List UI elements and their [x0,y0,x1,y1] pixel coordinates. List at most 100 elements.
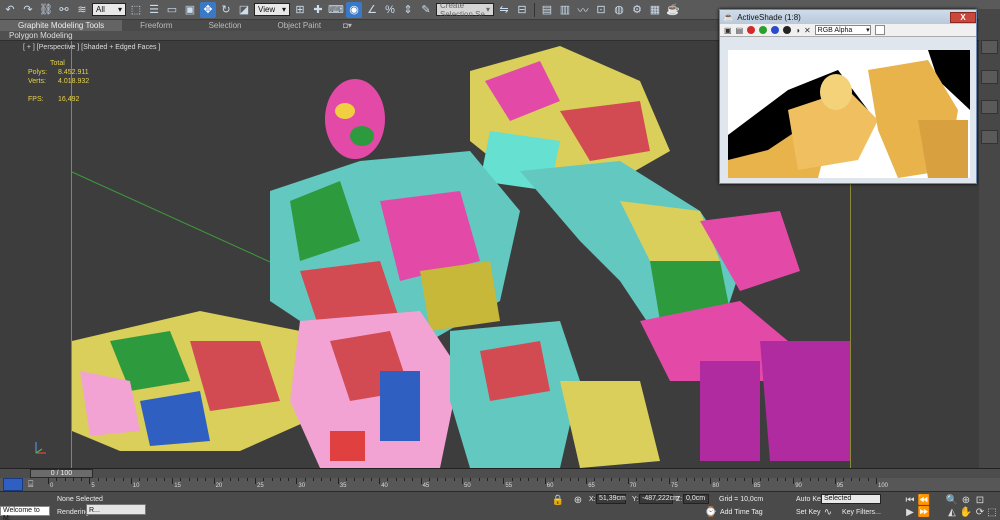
tab-object-paint[interactable]: Object Paint [260,20,340,31]
trackbar-tick [230,478,232,481]
trackbar-tick-label: 45 [422,483,430,489]
absolute-mode-icon[interactable]: ⊕ [572,494,584,506]
select-object-icon[interactable]: ⬚ [128,2,144,18]
red-channel-toggle[interactable] [747,26,756,34]
play-icon[interactable]: ▶ [904,506,916,518]
zoom-all-icon[interactable]: ⊕ [960,494,972,506]
trackbar-tick-label: 25 [257,483,264,489]
save-image-icon[interactable]: ▣ [724,26,732,35]
named-selection-dropdown[interactable]: Create Selection Se ▾ [436,1,494,19]
orbit-icon[interactable]: ⟳ [974,506,986,518]
maximize-viewport-icon[interactable]: ⬚ [986,506,998,518]
mirror-icon[interactable]: ⇋ [496,2,512,18]
snaps-toggle-icon[interactable]: ◉ [346,1,362,18]
green-channel-toggle[interactable] [759,26,768,34]
monochrome-icon[interactable]: ◑ [795,26,800,35]
alpha-channel-toggle[interactable] [783,26,792,34]
next-frame-icon[interactable]: ⏩ [918,506,930,518]
trackbar-tick-label: 10 [132,483,140,489]
curve-editor-icon[interactable]: 〰 [575,2,591,18]
mini-curve-editor-icon[interactable] [3,478,23,491]
command-panel-tab[interactable] [981,70,998,84]
select-move-icon[interactable]: ✥ [200,1,216,18]
trackbar-tick [362,478,364,481]
time-tag-icon[interactable]: ⌚ [705,506,717,518]
time-slider-track[interactable]: 0 / 100 [0,468,1000,478]
window-crossing-icon[interactable]: ▣ [182,2,198,18]
trackbar-tick [619,478,621,481]
pivot-center-icon[interactable]: ⊞ [292,2,308,18]
select-manipulate-icon[interactable]: ✚ [310,2,326,18]
trackbar-tick [776,478,778,481]
command-panel-tab[interactable] [981,130,998,144]
angle-snap-icon[interactable]: ∠ [364,2,380,18]
graphite-toggle-icon[interactable]: ▥ [557,2,573,18]
command-panel-tab[interactable] [981,40,998,54]
render-production-icon[interactable]: ☕ [665,2,681,18]
set-key-button[interactable]: Set Key [796,507,821,518]
percent-snap-icon[interactable]: % [382,2,398,18]
tab-graphite-modeling-tools[interactable]: Graphite Modeling Tools [0,20,123,31]
select-by-name-icon[interactable]: ☰ [146,2,162,18]
trackbar[interactable]: ⌸ 0 5 10 15 20 25 30 35 40 45 50 55 60 65 70 75 80 85 90 95… [0,478,1000,492]
edit-named-selection-icon[interactable]: ✎ [418,2,434,18]
redo-icon[interactable]: ↷ [20,2,36,18]
trackbar-tick-label: 20 [215,483,223,489]
zoom-extents-icon[interactable]: ⊡ [974,494,986,506]
trackbar-tick [404,478,406,481]
key-filters-button[interactable]: Key Filters... [842,507,881,518]
schematic-view-icon[interactable]: ⊡ [593,2,609,18]
bind-spacewarp-icon[interactable]: ≋ [74,2,90,18]
layer-manager-icon[interactable]: ▤ [539,2,555,18]
channel-display-icon[interactable]: ▤ [736,26,744,35]
pan-icon[interactable]: ✋ [960,506,972,518]
ribbon-panel-polygon-modeling[interactable]: Polygon Modeling [9,31,73,41]
previous-frame-icon[interactable]: ⏪ [918,494,930,506]
select-scale-icon[interactable]: ◪ [236,2,252,18]
reference-coordinate-dropdown[interactable]: View ▾ [254,3,290,16]
activeshade-titlebar[interactable]: ☕ ActiveShade (1:8) X [720,10,976,24]
activeshade-window[interactable]: ☕ ActiveShade (1:8) X ▣ ▤ ◑ ✕ RGB Alpha ▾ [719,9,977,184]
taskbar-render-window[interactable]: R... [86,504,146,515]
align-icon[interactable]: ⊟ [514,2,530,18]
color-swatch[interactable] [874,25,885,35]
field-of-view-icon[interactable]: ◭ [946,506,958,518]
selection-region-icon[interactable]: ▭ [164,2,180,18]
unlink-icon[interactable]: ⚯ [56,2,72,18]
tab-selection[interactable]: Selection [191,20,260,31]
time-slider[interactable]: 0 / 100 [30,469,93,478]
clear-icon[interactable]: ✕ [804,26,811,35]
add-time-tag[interactable]: Add Time Tag [720,507,763,518]
ribbon-options-icon[interactable]: ◘▾ [339,20,356,31]
stats-polys-value: 8.452.911 [58,69,89,76]
spinner-snap-icon[interactable]: ⇕ [400,2,416,18]
key-mode-dropdown[interactable]: Selected [821,494,881,504]
link-icon[interactable]: ⛓ [38,2,54,18]
filter-icon[interactable]: ⌸ [28,479,33,490]
maxscript-listener[interactable]: Welcome to M: [0,506,50,520]
lock-selection-icon[interactable]: 🔒 [552,494,564,506]
blue-channel-toggle[interactable] [771,26,780,34]
channel-dropdown[interactable]: RGB Alpha ▾ [814,25,871,35]
trackbar-tick [693,478,695,481]
zoom-icon[interactable]: 🔍 [946,494,958,506]
close-button[interactable]: X [950,11,976,23]
undo-icon[interactable]: ↶ [2,2,18,18]
trackbar-tick [660,478,662,481]
selection-filter-dropdown[interactable]: All ▾ [92,3,126,16]
command-panel-tab[interactable] [981,100,998,114]
rendered-frame-window-icon[interactable]: ▦ [647,2,663,18]
go-to-start-icon[interactable]: ⏮ [904,494,916,506]
x-coordinate-field[interactable]: 51,39cm [596,494,626,504]
viewport-label[interactable]: [ + ] [Perspective ] [Shaded + Edged Fac… [23,44,160,51]
select-rotate-icon[interactable]: ↻ [218,2,234,18]
material-editor-icon[interactable]: ◍ [611,2,627,18]
keyboard-shortcut-icon[interactable]: ⌨ [328,2,344,18]
trackbar-tick [147,478,149,481]
y-coordinate-field[interactable]: -487,222cm [639,494,679,504]
status-bar: Welcome to M: None Selected Rendering R.… [0,492,1000,520]
tab-freeform[interactable]: Freeform [122,20,190,31]
z-coordinate-field[interactable]: 0,0cm [683,494,709,504]
trackbar-tick [105,478,107,481]
render-setup-icon[interactable]: ⚙ [629,2,645,18]
